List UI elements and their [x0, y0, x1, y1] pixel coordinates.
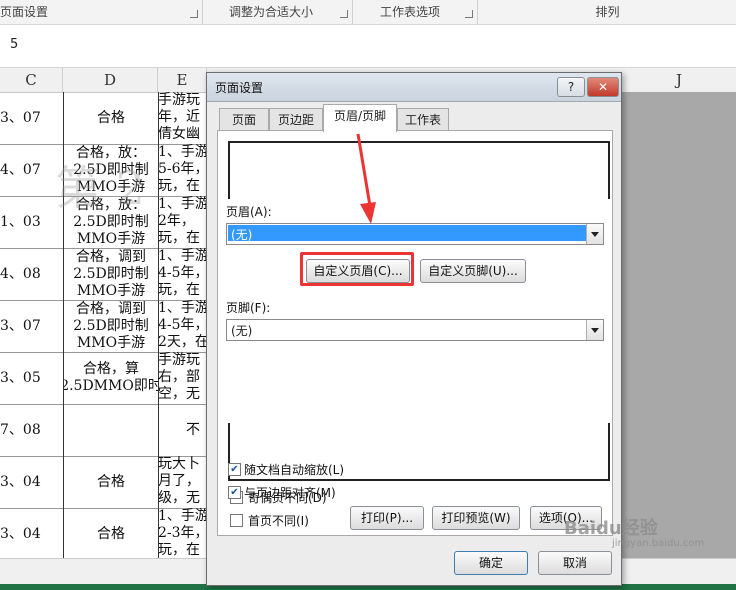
- page-break-gray-area: [622, 92, 736, 558]
- highlight-box: [300, 252, 414, 286]
- ok-button[interactable]: 确定: [454, 551, 528, 575]
- scale-with-document-label: 随文档自动缩放(L): [244, 463, 345, 477]
- table-row[interactable]: 3、04 合格 玩大卜 月了， 级，无: [0, 456, 210, 509]
- formula-value: 5: [10, 37, 19, 52]
- baidu-watermark-logo: Baidu经验: [564, 518, 658, 539]
- print-button[interactable]: 打印(P)...: [350, 506, 424, 530]
- header-select[interactable]: (无): [226, 223, 604, 245]
- ribbon-group-arrange: 排列: [479, 0, 736, 24]
- cell-e[interactable]: 1、手游 5-6年， 玩，在: [158, 144, 208, 196]
- page-watermark: 第 2: [55, 161, 145, 215]
- align-margins-checkbox[interactable]: ✔: [228, 486, 241, 499]
- cell-c[interactable]: 3、04: [0, 456, 62, 508]
- ribbon: 页面设置 调整为合适大小 工作表选项 排列: [0, 0, 736, 25]
- scale-with-document-checkbox[interactable]: ✔: [228, 463, 241, 476]
- column-header-j[interactable]: J: [622, 68, 736, 92]
- tab-margins[interactable]: 页边距: [269, 108, 323, 131]
- align-margins-label: 与页边距对齐(M): [244, 486, 336, 500]
- tab-header-footer[interactable]: 页眉/页脚: [323, 104, 397, 132]
- ribbon-group-page-setup: 页面设置: [0, 0, 203, 24]
- column-header-e[interactable]: E: [158, 68, 207, 92]
- dialog-titlebar[interactable]: 页面设置 ? ✕: [207, 73, 621, 102]
- cell-c[interactable]: 1、03: [0, 196, 62, 248]
- close-button[interactable]: ✕: [587, 77, 619, 97]
- table-row[interactable]: 3、05 合格，算 2.5DMMO即时 手游玩 右，部 空，无: [0, 352, 210, 405]
- table-row[interactable]: 3、07 合格 手游玩 年，近 倩女幽: [0, 92, 210, 145]
- cell-e[interactable]: 玩大卜 月了， 级，无: [158, 456, 208, 508]
- header-select-highlight: [228, 225, 586, 241]
- header-select-value: (无): [231, 228, 253, 242]
- print-preview-button[interactable]: 打印预览(W): [432, 506, 520, 530]
- cell-d[interactable]: 合格，调到 2.5D即时制 MMO手游: [63, 300, 159, 352]
- cell-e[interactable]: 1、手游 2-3年， 玩，在: [158, 508, 208, 558]
- table-row[interactable]: 3、07 合格，调到 2.5D即时制 MMO手游 1、手游 4-5年， 2天，在: [0, 300, 210, 353]
- chevron-down-icon[interactable]: [586, 224, 603, 244]
- cell-c[interactable]: 3、07: [0, 300, 62, 352]
- custom-footer-button[interactable]: 自定义页脚(U)...: [420, 259, 526, 283]
- dialog-launcher-icon[interactable]: [190, 10, 198, 18]
- cell-c[interactable]: 4、07: [0, 144, 62, 196]
- table-row[interactable]: 3、04 合格 1、手游 2-3年， 玩，在: [0, 508, 210, 558]
- cell-c[interactable]: 4、08: [0, 248, 62, 300]
- first-page-label: 首页不同(I): [248, 514, 309, 528]
- cell-c[interactable]: 3、07: [0, 92, 62, 144]
- header-preview: [228, 141, 610, 199]
- baidu-watermark-url: jingyan.baidu.com: [612, 538, 705, 549]
- column-header-c[interactable]: C: [0, 68, 63, 92]
- ribbon-group-label: 工作表选项: [380, 5, 441, 19]
- tab-sheet[interactable]: 工作表: [397, 108, 449, 131]
- cell-c[interactable]: 3、05: [0, 352, 62, 404]
- ribbon-group-label: 页面设置: [0, 5, 49, 19]
- footer-select-value: (无): [231, 324, 253, 338]
- cell-d[interactable]: [63, 404, 159, 456]
- column-header-d[interactable]: D: [63, 68, 158, 92]
- footer-select[interactable]: (无): [226, 319, 604, 341]
- help-button[interactable]: ?: [557, 77, 585, 97]
- cell-d[interactable]: 合格: [63, 92, 159, 144]
- table-row[interactable]: 7、08 不: [0, 404, 210, 457]
- cell-d[interactable]: 合格: [63, 508, 159, 558]
- first-page-checkbox[interactable]: [230, 514, 243, 527]
- chevron-down-icon[interactable]: [586, 320, 603, 340]
- cell-e[interactable]: 1、手游 2年， 玩，在: [158, 196, 208, 248]
- cell-d[interactable]: 合格: [63, 456, 159, 508]
- header-label: 页眉(A):: [226, 205, 272, 219]
- formula-bar[interactable]: 5: [0, 25, 736, 68]
- cell-e[interactable]: 1、手游 4-5年， 2天，在: [158, 300, 208, 352]
- cell-d[interactable]: 合格，调到 2.5D即时制 MMO手游: [63, 248, 159, 300]
- dialog-title: 页面设置: [215, 81, 264, 95]
- dialog-launcher-icon[interactable]: [465, 10, 473, 18]
- cell-c[interactable]: 3、04: [0, 508, 62, 558]
- tab-page[interactable]: 页面: [219, 108, 269, 131]
- footer-label: 页脚(F):: [226, 301, 271, 315]
- cell-e[interactable]: 1、手游 4-5年， 玩，在: [158, 248, 208, 300]
- ribbon-group-scale-to-fit: 调整为合适大小: [203, 0, 353, 24]
- cell-e[interactable]: 手游玩 右，部 空，无: [158, 352, 208, 404]
- cell-e[interactable]: 手游玩 年，近 倩女幽: [158, 92, 208, 144]
- ribbon-group-label: 调整为合适大小: [229, 5, 314, 19]
- ribbon-group-sheet-options: 工作表选项: [354, 0, 478, 24]
- table-row[interactable]: 4、08 合格，调到 2.5D即时制 MMO手游 1、手游 4-5年， 玩，在: [0, 248, 210, 301]
- dialog-launcher-icon[interactable]: [340, 10, 348, 18]
- cell-d[interactable]: 合格，算 2.5DMMO即时: [63, 352, 159, 404]
- ribbon-group-label: 排列: [595, 5, 620, 19]
- cancel-button[interactable]: 取消: [538, 551, 612, 575]
- cell-c[interactable]: 7、08: [0, 404, 62, 456]
